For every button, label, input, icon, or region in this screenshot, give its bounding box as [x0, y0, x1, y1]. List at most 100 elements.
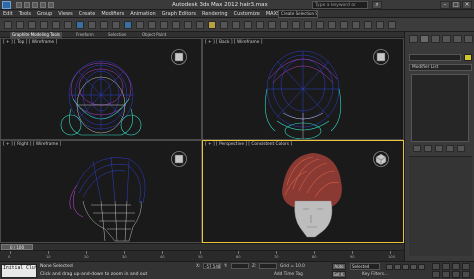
menu-item-animation[interactable]: Animation: [127, 10, 159, 18]
maximize-button[interactable]: □: [451, 1, 461, 9]
orbit-icon[interactable]: [452, 271, 460, 278]
schematic-view-icon[interactable]: [340, 21, 348, 29]
show-end-result-icon[interactable]: [424, 145, 432, 152]
x-coordinate-field[interactable]: -57.548: [203, 263, 221, 269]
next-frame-icon[interactable]: [410, 264, 417, 270]
auto-key-button[interactable]: Auto: [332, 263, 346, 270]
key-mode-dropdown[interactable]: Selected: [350, 263, 380, 270]
zoom-extents-icon[interactable]: [452, 263, 460, 270]
snaps-toggle-icon[interactable]: [208, 21, 216, 29]
key-filters-button[interactable]: Key Filters...: [362, 272, 388, 277]
remove-modifier-icon[interactable]: [446, 145, 454, 152]
percent-snap-icon[interactable]: [232, 21, 240, 29]
keyboard-shortcut-icon[interactable]: [196, 21, 204, 29]
menu-item-group[interactable]: Group: [34, 10, 55, 18]
menu-item-tools[interactable]: Tools: [16, 10, 34, 18]
previous-frame-icon[interactable]: [394, 264, 401, 270]
selection-filter-icon[interactable]: [64, 21, 72, 29]
menu-item-customize[interactable]: Customize: [231, 10, 263, 18]
modifier-list-dropdown[interactable]: Modifier List: [409, 64, 472, 71]
spinner-snap-icon[interactable]: [244, 21, 252, 29]
viewcube-icon[interactable]: [373, 49, 389, 65]
pivot-center-icon[interactable]: [172, 21, 180, 29]
viewport-label-top[interactable]: [ + ] [ Top ] [ Wireframe ]: [3, 40, 57, 45]
app-logo-icon[interactable]: [2, 1, 11, 9]
zoom-extents-all-icon[interactable]: [462, 263, 470, 270]
y-coordinate-field[interactable]: [231, 263, 249, 269]
search-icon[interactable]: ⌕: [372, 1, 382, 9]
display-tab-icon[interactable]: [453, 35, 462, 43]
object-color-swatch[interactable]: [464, 54, 472, 61]
select-by-name-icon[interactable]: [88, 21, 96, 29]
search-input[interactable]: Type a keyword or phrase: [312, 1, 368, 15]
layer-manager-icon[interactable]: [304, 21, 312, 29]
unlink-icon[interactable]: [40, 21, 48, 29]
maximize-viewport-icon[interactable]: [462, 271, 470, 278]
hierarchy-tab-icon[interactable]: [431, 35, 440, 43]
select-object-icon[interactable]: [76, 21, 84, 29]
render-production-icon[interactable]: [388, 21, 396, 29]
rect-selection-icon[interactable]: [100, 21, 108, 29]
render-setup-icon[interactable]: [364, 21, 372, 29]
modify-tab-icon[interactable]: [420, 35, 429, 43]
menu-item-rendering[interactable]: Rendering: [199, 10, 231, 18]
ref-coord-system-icon[interactable]: [160, 21, 168, 29]
save-file-icon[interactable]: [32, 2, 38, 8]
viewport-label-back[interactable]: [ + ] [ Back ] [ Wireframe ]: [205, 40, 262, 45]
undo-icon[interactable]: [40, 2, 46, 8]
zoom-all-icon[interactable]: [442, 263, 450, 270]
play-icon[interactable]: [402, 264, 409, 270]
viewport-label-right[interactable]: [ + ] [ Right ] [ Wireframe ]: [3, 142, 61, 147]
field-of-view-icon[interactable]: [432, 271, 440, 278]
window-crossing-icon[interactable]: [112, 21, 120, 29]
select-manipulate-icon[interactable]: [184, 21, 192, 29]
configure-sets-icon[interactable]: [457, 145, 465, 152]
align-icon[interactable]: [292, 21, 300, 29]
maxscript-listener[interactable]: Initial Clut: [1, 264, 38, 278]
menu-item-graph-editors[interactable]: Graph Editors: [159, 10, 199, 18]
redo-icon[interactable]: [16, 21, 24, 29]
menu-item-views[interactable]: Views: [55, 10, 75, 18]
modifier-stack[interactable]: [411, 74, 469, 142]
add-time-tag[interactable]: Add Time Tag: [274, 272, 303, 277]
select-rotate-icon[interactable]: [136, 21, 144, 29]
viewcube-icon[interactable]: [171, 49, 187, 65]
pin-stack-icon[interactable]: [413, 145, 421, 152]
new-file-icon[interactable]: [16, 2, 22, 8]
utilities-tab-icon[interactable]: [464, 35, 473, 43]
select-move-icon[interactable]: [124, 21, 132, 29]
material-editor-icon[interactable]: [352, 21, 360, 29]
menu-item-modifiers[interactable]: Modifiers: [98, 10, 127, 18]
viewport-back[interactable]: [ + ] [ Back ] [ Wireframe ]: [202, 38, 404, 140]
select-scale-icon[interactable]: [148, 21, 156, 29]
bind-space-warp-icon[interactable]: [52, 21, 60, 29]
go-to-start-icon[interactable]: [386, 264, 393, 270]
mirror-icon[interactable]: [280, 21, 288, 29]
viewport-right[interactable]: [ + ] [ Right ] [ Wireframe ]: [0, 140, 202, 243]
select-link-icon[interactable]: [28, 21, 36, 29]
rendered-frame-icon[interactable]: [376, 21, 384, 29]
zoom-icon[interactable]: [432, 263, 440, 270]
minimize-button[interactable]: –: [440, 1, 450, 9]
go-to-end-icon[interactable]: [418, 264, 425, 270]
z-coordinate-field[interactable]: [259, 263, 277, 269]
selection-set-dropdown[interactable]: Create Selection Set: [278, 10, 318, 18]
motion-tab-icon[interactable]: [442, 35, 451, 43]
viewport-label-perspective[interactable]: [ + ] [ Perspective ] [ Consistent Color…: [205, 142, 292, 147]
menu-item-create[interactable]: Create: [76, 10, 99, 18]
menu-item-edit[interactable]: Edit: [0, 10, 16, 18]
viewport-perspective[interactable]: [ + ] [ Perspective ] [ Consistent Color…: [202, 140, 404, 243]
redo-icon[interactable]: [48, 2, 54, 8]
create-tab-icon[interactable]: [409, 35, 418, 43]
viewcube-icon[interactable]: [373, 151, 389, 167]
set-key-button[interactable]: Set K.: [332, 271, 346, 278]
time-slider[interactable]: 0 / 100: [0, 243, 404, 250]
viewcube-icon[interactable]: [171, 151, 187, 167]
viewport-top[interactable]: [ + ] [ Top ] [ Wireframe ]: [0, 38, 202, 140]
object-name-field[interactable]: [409, 54, 461, 61]
curve-editor-icon[interactable]: [328, 21, 336, 29]
pan-icon[interactable]: [442, 271, 450, 278]
open-file-icon[interactable]: [24, 2, 30, 8]
graphite-toggle-icon[interactable]: [316, 21, 324, 29]
edit-named-sets-icon[interactable]: [256, 21, 264, 29]
